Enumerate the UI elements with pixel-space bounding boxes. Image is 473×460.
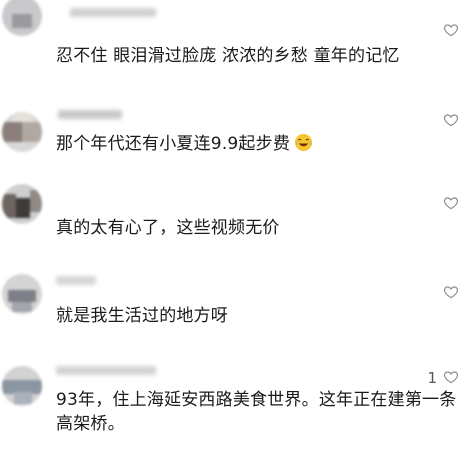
comment-text: 就是我生活过的地方呀 — [56, 306, 228, 326]
avatar[interactable] — [2, 366, 42, 406]
comment-item: 忍不住 眼泪滑过脸庞 浓浓的乡愁 童年的记忆 — [0, 0, 473, 82]
heart-outline-icon[interactable] — [443, 369, 459, 385]
username[interactable] — [56, 366, 156, 375]
heart-outline-icon[interactable] — [443, 195, 459, 211]
heart-outline-icon[interactable] — [443, 112, 459, 128]
heart-outline-icon[interactable] — [443, 284, 459, 300]
comment-item: 1 93年，住上海延安西路美食世界。这年正在建第一条高架桥。 — [0, 356, 473, 460]
comment-item: 就是我生活过的地方呀 — [0, 268, 473, 352]
username[interactable] — [56, 276, 96, 285]
laughing-tears-emoji-icon — [294, 133, 313, 152]
avatar[interactable] — [2, 0, 42, 36]
username[interactable] — [70, 8, 156, 17]
username[interactable] — [58, 110, 122, 119]
comment-item: 真的太有心了，这些视频无价 — [0, 180, 473, 270]
comment-text: 93年，住上海延安西路美食世界。这年正在建第一条高架桥。 — [56, 390, 457, 434]
avatar[interactable] — [2, 112, 42, 152]
comment-text: 真的太有心了，这些视频无价 — [56, 218, 280, 238]
heart-outline-icon[interactable] — [443, 22, 459, 38]
avatar[interactable] — [2, 274, 42, 314]
avatar[interactable] — [2, 184, 42, 224]
comment-text: 忍不住 眼泪滑过脸庞 浓浓的乡愁 童年的记忆 — [56, 46, 400, 66]
comment-item: 那个年代还有小夏连9.9起步费 — [0, 92, 473, 174]
comment-text-content: 那个年代还有小夏连9.9起步费 — [56, 134, 291, 154]
like-count: 1 — [427, 369, 437, 387]
comment-text: 那个年代还有小夏连9.9起步费 — [56, 132, 313, 156]
